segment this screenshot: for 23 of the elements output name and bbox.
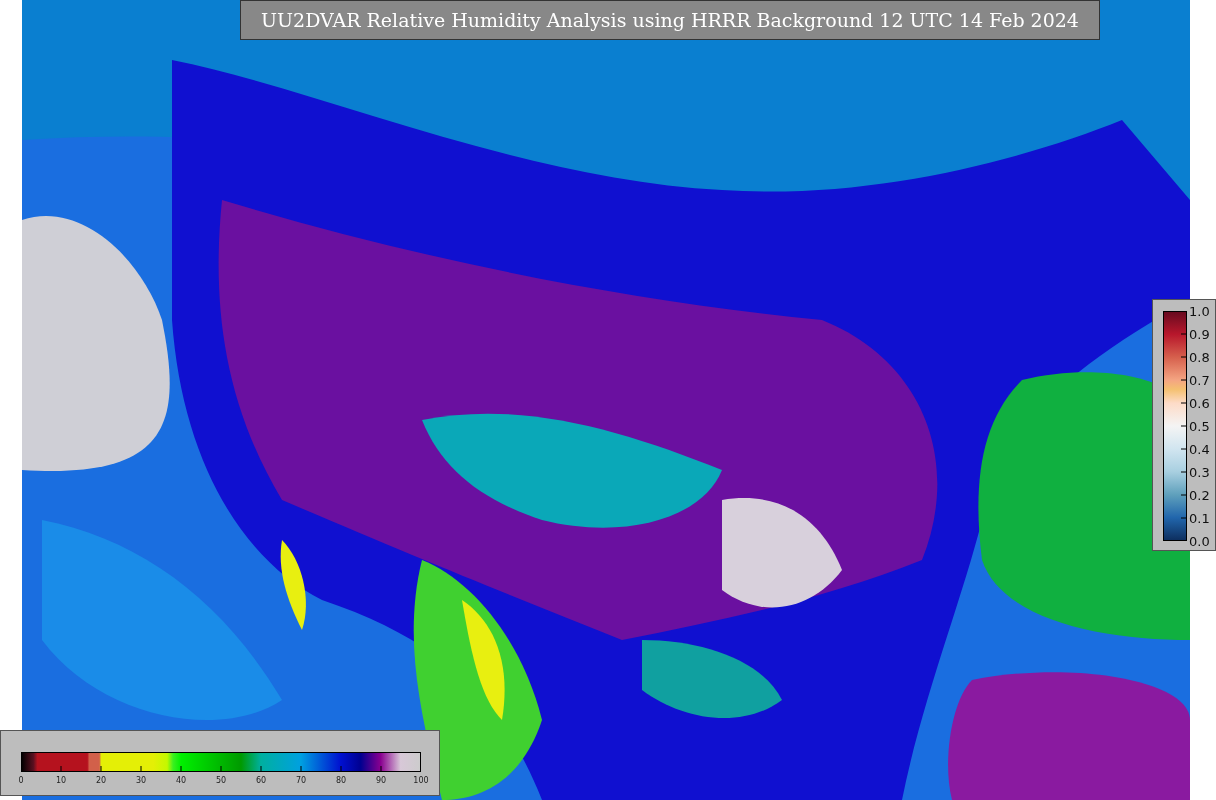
tick-label: 0.8 bbox=[1189, 349, 1210, 367]
tick-label: 0.9 bbox=[1189, 326, 1210, 344]
tick-label: 90 bbox=[374, 776, 388, 786]
map-title: UU2DVAR Relative Humidity Analysis using HRRR Background 12 UTC 14 Feb 2024 bbox=[240, 0, 1100, 40]
tick-label: 70 bbox=[294, 776, 308, 786]
tick-label: 0.6 bbox=[1189, 395, 1210, 413]
tick-label: 0 bbox=[17, 776, 25, 786]
tick-label: 60 bbox=[254, 776, 268, 786]
tick-label: 0.1 bbox=[1189, 510, 1210, 528]
tick-label: 40 bbox=[174, 776, 188, 786]
tick-label: 0.4 bbox=[1189, 441, 1210, 459]
tick-label: 100 bbox=[412, 776, 430, 786]
tick-label: 10 bbox=[54, 776, 68, 786]
tick-label: 20 bbox=[94, 776, 108, 786]
tick-label: 1.0 bbox=[1189, 303, 1210, 321]
tick-label: 30 bbox=[134, 776, 148, 786]
tick-label: 0.3 bbox=[1189, 464, 1210, 482]
tick-label: 80 bbox=[334, 776, 348, 786]
tick-label: 50 bbox=[214, 776, 228, 786]
tick-label: 0.7 bbox=[1189, 372, 1210, 390]
tick-label: 0.5 bbox=[1189, 418, 1210, 436]
tick-label: 0.2 bbox=[1189, 487, 1210, 505]
tick-label: 0.0 bbox=[1189, 533, 1210, 551]
